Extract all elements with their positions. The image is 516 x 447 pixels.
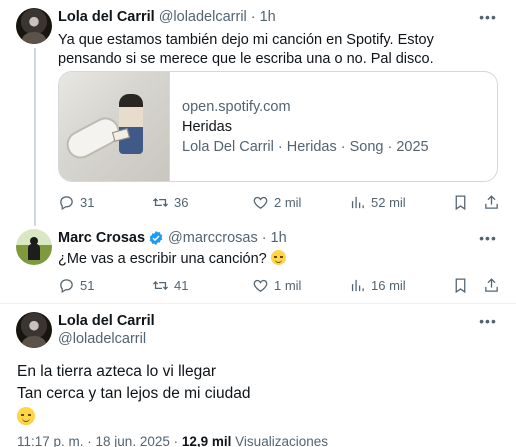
bookmark-icon xyxy=(455,277,466,293)
views-icon xyxy=(351,196,364,208)
avatar[interactable] xyxy=(16,8,52,44)
like-button[interactable]: 2 mil xyxy=(252,194,349,211)
card-thumbnail-image xyxy=(59,72,170,181)
separator: · xyxy=(250,9,256,25)
tweet-header: Lola del Carril @loladelcarril · 1h xyxy=(58,9,276,25)
like-count: 2 mil xyxy=(274,194,302,210)
avatar[interactable] xyxy=(16,229,52,265)
author-name[interactable]: Marc Crosas xyxy=(58,230,145,246)
card-description: Lola Del Carril · Heridas · Song · 2025 xyxy=(182,138,429,155)
retweet-icon xyxy=(152,280,169,290)
timestamp[interactable]: 1h xyxy=(271,230,287,246)
heart-icon xyxy=(253,196,268,209)
views-button[interactable]: 52 mil xyxy=(349,194,449,211)
tweet-text: ¿Me vas a escribir una canción? xyxy=(58,250,286,269)
reply-count: 51 xyxy=(80,277,95,293)
author-handle[interactable]: @loladelcarril xyxy=(159,9,247,25)
author-name[interactable]: Lola del Carril xyxy=(58,313,155,329)
views-icon xyxy=(351,279,364,291)
views-total: 12,9 mil xyxy=(181,434,232,447)
more-options-icon[interactable]: ••• xyxy=(478,228,498,248)
retweet-count: 36 xyxy=(174,194,189,210)
like-count: 1 mil xyxy=(274,277,302,293)
share-button[interactable] xyxy=(483,194,500,211)
relieved-face-emoji-icon xyxy=(270,250,286,265)
views-label: Visualizaciones xyxy=(235,434,328,447)
reply-button[interactable]: 51 xyxy=(58,277,152,294)
retweet-count: 41 xyxy=(174,277,189,293)
tweet-text-content: ¿Me vas a escribir una canción? xyxy=(58,251,267,267)
secondary-actions xyxy=(452,277,500,294)
more-options-icon[interactable]: ••• xyxy=(478,7,498,27)
card-title: Heridas xyxy=(182,118,232,135)
reply-button[interactable]: 31 xyxy=(58,194,152,211)
card-info: open.spotify.com Heridas Lola Del Carril… xyxy=(170,72,429,181)
retweet-icon xyxy=(152,197,169,207)
views-count: 52 mil xyxy=(371,194,406,210)
divider xyxy=(0,303,516,304)
reply-icon xyxy=(60,278,73,293)
tweet-meta: 11:17 p. m. · 18 jun. 2025 · 12,9 mil Vi… xyxy=(17,434,328,447)
bookmark-icon xyxy=(455,194,466,210)
tweet-actions: 51 41 1 mil 16 mil xyxy=(58,275,500,295)
more-options-icon[interactable]: ••• xyxy=(478,311,498,331)
separator: · xyxy=(261,230,267,246)
tweet-text: En la tierra azteca lo vi llegar Tan cer… xyxy=(17,361,250,429)
author-name-block: Lola del Carril @loladelcarril xyxy=(58,313,155,347)
link-card[interactable]: open.spotify.com Heridas Lola Del Carril… xyxy=(58,71,498,182)
thread-line xyxy=(34,48,36,226)
share-button[interactable] xyxy=(483,277,500,294)
bookmark-button[interactable] xyxy=(452,277,469,294)
relieved-face-emoji-icon xyxy=(17,407,35,425)
author-handle[interactable]: @loladelcarril xyxy=(58,331,155,347)
bookmark-button[interactable] xyxy=(452,194,469,211)
tweet-header: Marc Crosas @marccrosas · 1h xyxy=(58,230,287,246)
reply-count: 31 xyxy=(80,194,95,210)
tweet-line: En la tierra azteca lo vi llegar xyxy=(17,363,217,380)
heart-icon xyxy=(253,279,268,292)
verified-badge-icon xyxy=(149,231,163,245)
tweet-text: Ya que estamos también dejo mi canción e… xyxy=(58,32,434,67)
post-timestamp[interactable]: 11:17 p. m. · 18 jun. 2025 · xyxy=(17,434,178,447)
secondary-actions xyxy=(452,194,500,211)
card-domain: open.spotify.com xyxy=(182,98,291,115)
share-icon xyxy=(485,277,498,292)
tweet-actions: 31 36 2 mil 52 mil xyxy=(58,192,500,212)
reply-icon xyxy=(60,195,73,210)
author-name[interactable]: Lola del Carril xyxy=(58,9,155,25)
avatar[interactable] xyxy=(16,312,52,348)
views-button[interactable]: 16 mil xyxy=(349,277,449,294)
like-button[interactable]: 1 mil xyxy=(252,277,349,294)
timestamp[interactable]: 1h xyxy=(260,9,276,25)
share-icon xyxy=(485,194,498,209)
views-count: 16 mil xyxy=(371,277,406,293)
retweet-button[interactable]: 41 xyxy=(152,277,252,294)
author-handle[interactable]: @marccrosas xyxy=(168,230,258,246)
retweet-button[interactable]: 36 xyxy=(152,194,252,211)
tweet-line: Tan cerca y tan lejos de mi ciudad xyxy=(17,385,251,402)
